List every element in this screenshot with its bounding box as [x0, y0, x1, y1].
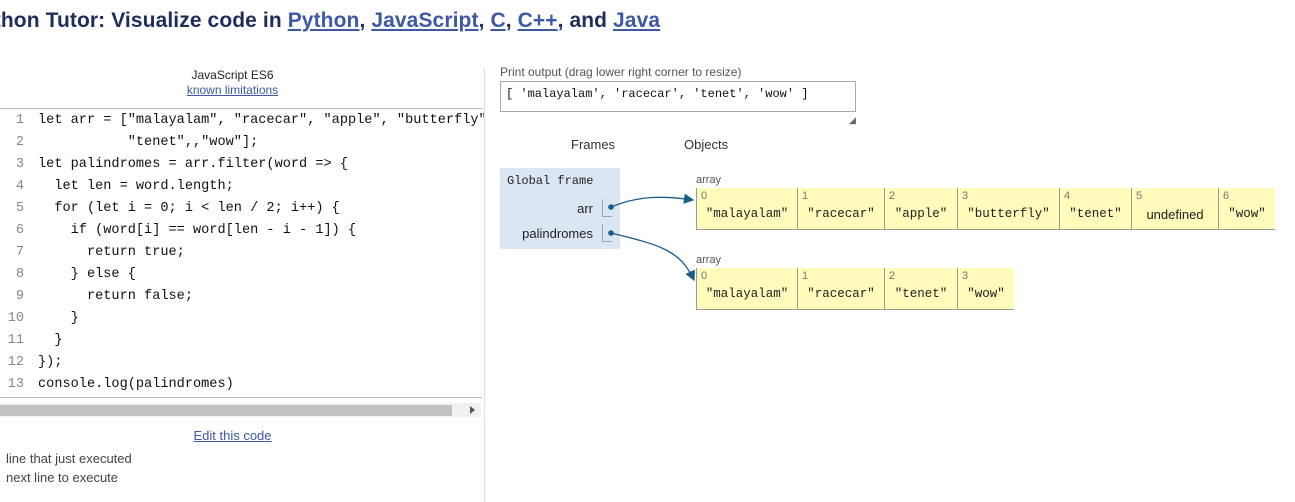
arrow-arr	[610, 193, 695, 208]
arrow-palindromes	[610, 232, 695, 282]
pointer-arrows	[608, 193, 695, 282]
